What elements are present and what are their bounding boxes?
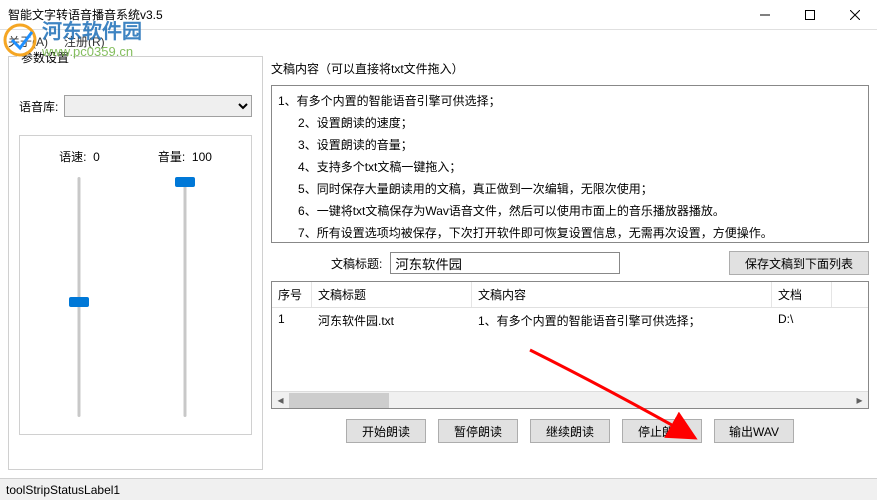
volume-label: 音量: 100 bbox=[158, 148, 212, 165]
start-read-button[interactable]: 开始朗读 bbox=[346, 419, 426, 443]
menu-register[interactable]: 注册(R) bbox=[64, 33, 105, 50]
menu-about[interactable]: 关于(A) bbox=[8, 33, 48, 50]
col-extra[interactable]: 文档 bbox=[772, 282, 832, 307]
speed-label: 语速: 0 bbox=[59, 148, 100, 165]
save-to-list-button[interactable]: 保存文稿到下面列表 bbox=[729, 251, 869, 275]
speed-slider-col: 语速: 0 bbox=[59, 148, 100, 424]
pause-read-button[interactable]: 暂停朗读 bbox=[438, 419, 518, 443]
scroll-thumb[interactable] bbox=[289, 393, 389, 408]
voice-label: 语音库: bbox=[19, 98, 58, 115]
list-header: 序号 文稿标题 文稿内容 文档 bbox=[272, 282, 868, 308]
maximize-button[interactable] bbox=[787, 0, 832, 29]
sliders-group: 语速: 0 音量: 100 bbox=[19, 135, 252, 435]
stop-read-button[interactable]: 停止朗读 bbox=[622, 419, 702, 443]
params-title: 参数设置 bbox=[17, 49, 73, 66]
export-wav-button[interactable]: 输出WAV bbox=[714, 419, 794, 443]
content: 参数设置 语音库: 语速: 0 音量: 100 bbox=[0, 52, 877, 478]
params-group: 参数设置 语音库: 语速: 0 音量: 100 bbox=[8, 56, 263, 470]
window-controls bbox=[742, 0, 877, 29]
resume-read-button[interactable]: 继续朗读 bbox=[530, 419, 610, 443]
menubar: 关于(A) 注册(R) bbox=[0, 30, 877, 52]
right-panel: 文稿内容（可以直接将txt文件拖入） 1、有多个内置的智能语音引擎可供选择； 2… bbox=[271, 56, 869, 470]
scroll-left-icon[interactable]: ◂ bbox=[272, 392, 289, 409]
doc-title-input[interactable] bbox=[390, 252, 620, 274]
titlebar: 智能文字转语音播音系统v3.5 bbox=[0, 0, 877, 30]
statusbar: toolStripStatusLabel1 bbox=[0, 478, 877, 500]
volume-slider-col: 音量: 100 bbox=[158, 148, 212, 424]
col-title[interactable]: 文稿标题 bbox=[312, 282, 472, 307]
window-title: 智能文字转语音播音系统v3.5 bbox=[8, 6, 742, 23]
close-button[interactable] bbox=[832, 0, 877, 29]
col-content[interactable]: 文稿内容 bbox=[472, 282, 772, 307]
table-row[interactable]: 1 河东软件园.txt 1、有多个内置的智能语音引擎可供选择； D:\ bbox=[272, 308, 868, 333]
minimize-button[interactable] bbox=[742, 0, 787, 29]
horizontal-scrollbar[interactable]: ◂ ▸ bbox=[272, 391, 868, 408]
speed-slider[interactable] bbox=[67, 177, 91, 417]
voice-select[interactable] bbox=[64, 95, 252, 117]
volume-slider[interactable] bbox=[173, 177, 197, 417]
voice-row: 语音库: bbox=[19, 95, 252, 117]
scroll-right-icon[interactable]: ▸ bbox=[851, 392, 868, 409]
doc-list[interactable]: 序号 文稿标题 文稿内容 文档 1 河东软件园.txt 1、有多个内置的智能语音… bbox=[271, 281, 869, 409]
status-text: toolStripStatusLabel1 bbox=[6, 483, 120, 497]
action-buttons: 开始朗读 暂停朗读 继续朗读 停止朗读 输出WAV bbox=[271, 419, 869, 443]
doc-textarea[interactable]: 1、有多个内置的智能语音引擎可供选择； 2、设置朗读的速度； 3、设置朗读的音量… bbox=[271, 85, 869, 243]
col-no[interactable]: 序号 bbox=[272, 282, 312, 307]
doc-label: 文稿内容（可以直接将txt文件拖入） bbox=[271, 60, 869, 77]
doc-title-label: 文稿标题: bbox=[331, 255, 382, 272]
title-row: 文稿标题: 保存文稿到下面列表 bbox=[271, 251, 869, 275]
